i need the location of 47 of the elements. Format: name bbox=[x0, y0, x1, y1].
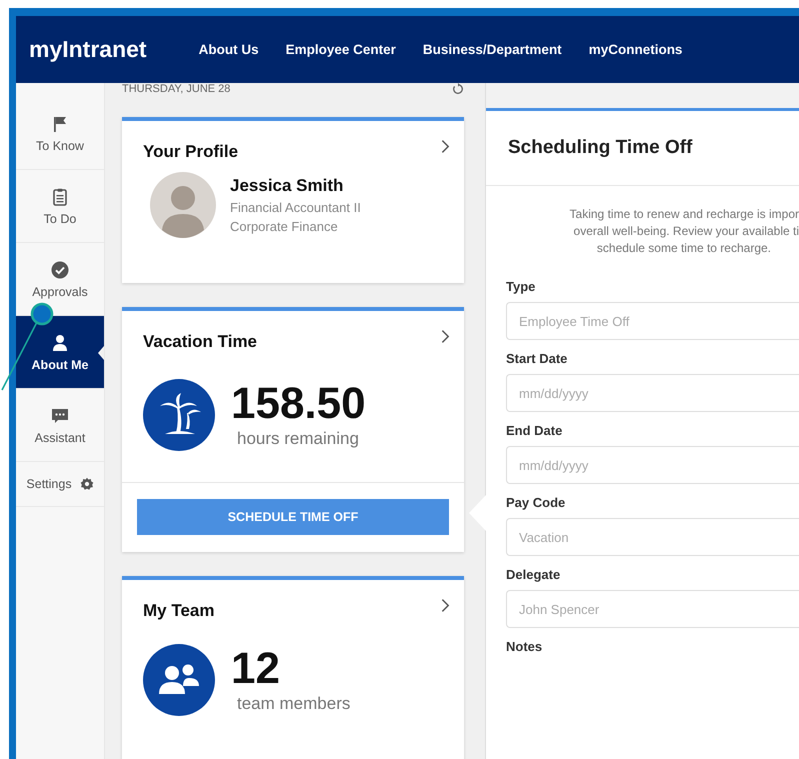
sidebar-tab[interactable]: To Know bbox=[16, 97, 104, 170]
employee-name: Jessica Smith bbox=[230, 176, 344, 196]
input-field[interactable]: John Spencer bbox=[506, 590, 799, 628]
check-circle-icon bbox=[50, 260, 70, 280]
team-icon bbox=[143, 644, 215, 716]
site-logo[interactable]: myIntranet bbox=[29, 36, 147, 63]
field-label: Start Date bbox=[506, 351, 568, 366]
field-label: End Date bbox=[506, 423, 564, 438]
clipboard-icon bbox=[50, 186, 70, 206]
hours-value: 158.50 bbox=[231, 382, 366, 426]
field-label: Pay Code bbox=[506, 495, 566, 510]
avatar-silhouette bbox=[150, 172, 216, 238]
intro-text: overall well-being. Review your available ti bbox=[574, 223, 799, 240]
card-title: Vacation Time bbox=[143, 331, 258, 352]
nav-link[interactable]: Employee Center bbox=[286, 42, 396, 57]
input-field[interactable]: Vacation bbox=[506, 518, 799, 556]
input-field[interactable]: mm/dd/yyyy bbox=[506, 374, 799, 412]
team-caption: team members bbox=[237, 694, 350, 714]
nav-link[interactable]: myConnetions bbox=[588, 42, 682, 57]
palm-tree-icon bbox=[143, 379, 215, 451]
nav-link[interactable]: About Us bbox=[198, 42, 259, 57]
card-title: My Team bbox=[143, 600, 214, 621]
card-title: Your Profile bbox=[143, 141, 238, 162]
settings-icon bbox=[80, 477, 94, 491]
refresh-icon[interactable] bbox=[452, 83, 464, 95]
chevron-right-icon[interactable] bbox=[441, 598, 450, 613]
field-label: Type bbox=[506, 279, 536, 294]
field-label: Delegate bbox=[506, 567, 562, 582]
job-title: Financial Accountant II bbox=[230, 200, 361, 215]
sidebar-tab[interactable]: To Do bbox=[16, 170, 104, 243]
nav-link[interactable]: Business/Department bbox=[422, 42, 562, 57]
input-field[interactable]: mm/dd/yyyy bbox=[506, 446, 799, 484]
panel-title: Scheduling Time Off bbox=[508, 137, 692, 159]
input-field[interactable]: Employee Time Off bbox=[506, 302, 799, 340]
chevron-right-icon[interactable] bbox=[441, 329, 450, 344]
intro-text: schedule some time to recharge. bbox=[596, 240, 771, 257]
person-icon bbox=[50, 332, 70, 352]
department-name: Corporate Finance bbox=[230, 219, 339, 234]
date-label: THURSDAY, JUNE 28 bbox=[122, 83, 230, 95]
settings-link[interactable]: Settings bbox=[16, 462, 104, 507]
intro-text: Taking time to renew and recharge is impor bbox=[570, 206, 799, 223]
chevron-right-icon[interactable] bbox=[441, 139, 450, 154]
field-label: Notes bbox=[506, 639, 544, 654]
sidebar-tab[interactable]: About Me bbox=[16, 316, 104, 389]
sidebar-tab[interactable]: Assistant bbox=[16, 389, 104, 462]
team-count: 12 bbox=[231, 646, 280, 690]
hours-caption: hours remaining bbox=[237, 428, 359, 448]
